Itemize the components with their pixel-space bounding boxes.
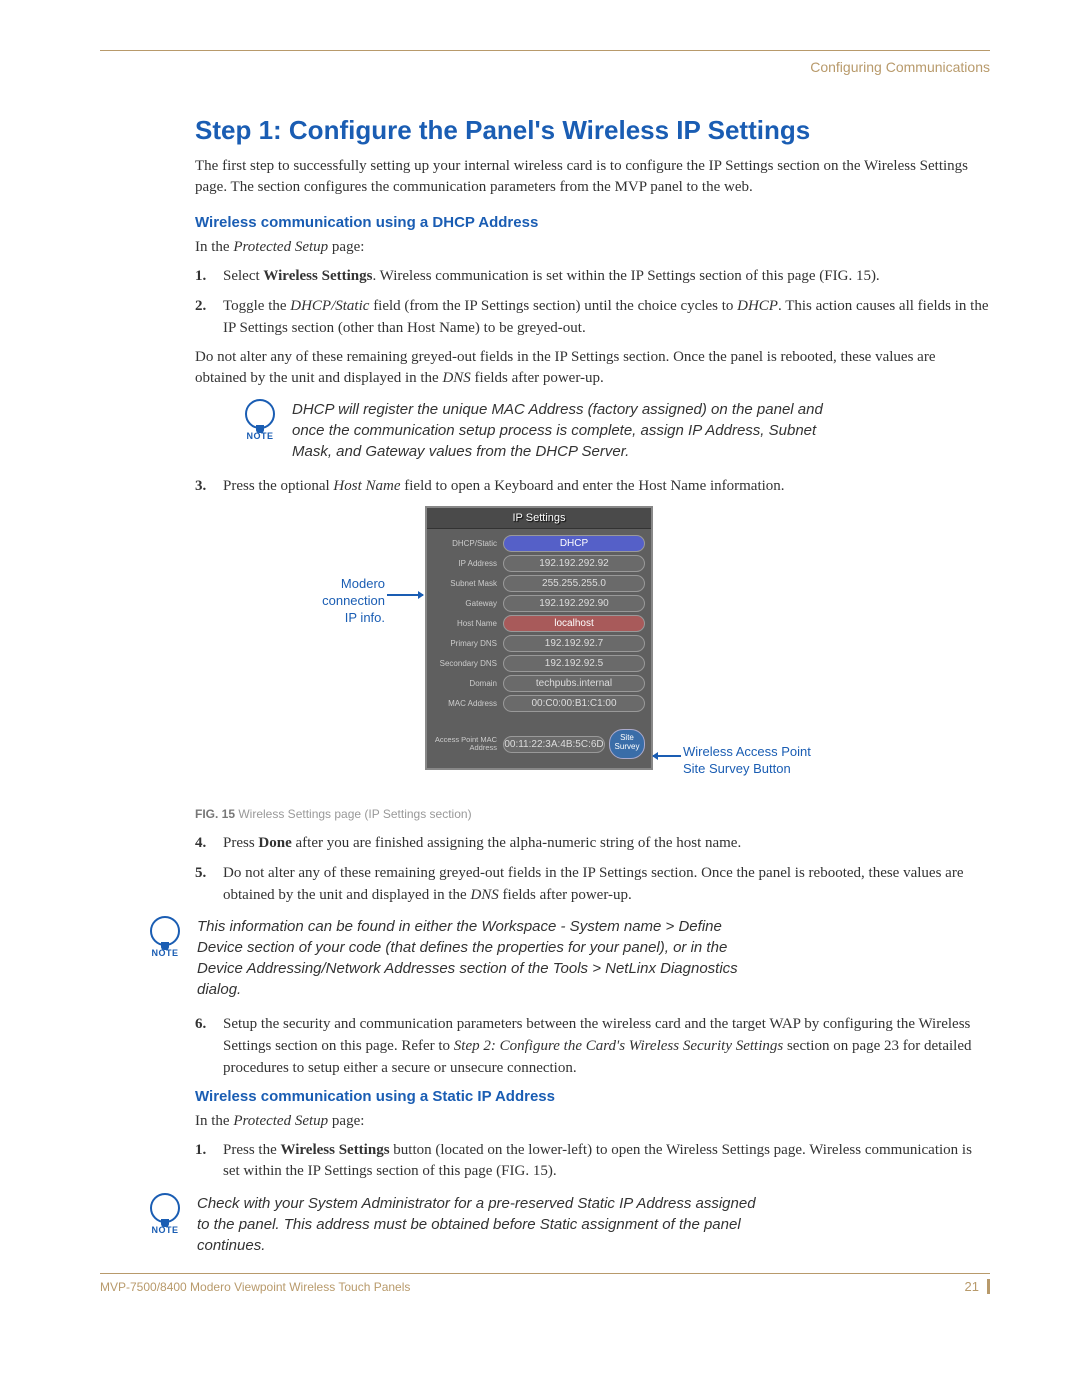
dhcp-field[interactable]: DHCP [503, 535, 645, 552]
mac-field: 00:C0:00:B1:C1:00 [503, 695, 645, 712]
note-block-3: NOTE Check with your System Administrato… [145, 1193, 990, 1256]
subnet-field: 255.255.255.0 [503, 575, 645, 592]
note-icon: NOTE [145, 916, 185, 958]
figure-15: Modero connection IP info. IP Settings D… [195, 506, 990, 801]
row-dhcp-static: DHCP/Static DHCP [433, 535, 645, 552]
step-3: 3. Press the optional Host Name field to… [195, 476, 990, 498]
row-gateway: Gateway 192.192.292.90 [433, 595, 645, 612]
row-domain: Domain techpubs.internal [433, 675, 645, 692]
page-title: Step 1: Configure the Panel's Wireless I… [195, 115, 990, 146]
static-step-1: 1. Press the Wireless Settings button (l… [195, 1140, 990, 1184]
subheading-static: Wireless communication using a Static IP… [195, 1088, 990, 1105]
row-ap-mac: Access Point MAC Address 00:11:22:3A:4B:… [433, 729, 645, 759]
step-2: 2. Toggle the DHCP/Static field (from th… [195, 296, 990, 340]
step-1: 1. Select Wireless Settings. Wireless co… [195, 266, 990, 288]
ap-mac-field: 00:11:22:3A:4B:5C:6D [503, 736, 605, 753]
callout-left: Modero connection IP info. [285, 576, 385, 627]
row-subnet: Subnet Mask 255.255.255.0 [433, 575, 645, 592]
lead-text-static: In the Protected Setup page: [195, 1111, 990, 1132]
row-sec-dns: Secondary DNS 192.192.92.5 [433, 655, 645, 672]
note-text-1: DHCP will register the unique MAC Addres… [292, 399, 852, 462]
footer-rule [100, 1273, 990, 1274]
lead-text: In the Protected Setup page: [195, 237, 990, 258]
note-icon: NOTE [240, 399, 280, 441]
arrow-left [387, 594, 423, 596]
post-step-2: Do not alter any of these remaining grey… [195, 347, 990, 389]
step-5: 5. Do not alter any of these remaining g… [195, 863, 990, 907]
footer-text: MVP-7500/8400 Modero Viewpoint Wireless … [100, 1280, 410, 1294]
ip-settings-panel: IP Settings DHCP/Static DHCP IP Address … [425, 506, 653, 770]
bulb-icon [150, 1193, 180, 1223]
note-block-1: NOTE DHCP will register the unique MAC A… [240, 399, 990, 462]
ip-address-field: 192.192.292.92 [503, 555, 645, 572]
figure-caption: FIG. 15 Wireless Settings page (IP Setti… [195, 807, 990, 821]
bulb-icon [245, 399, 275, 429]
site-survey-button[interactable]: Site Survey [609, 729, 645, 759]
section-header: Configuring Communications [100, 59, 990, 75]
note-text-3: Check with your System Administrator for… [197, 1193, 757, 1256]
sec-dns-field: 192.192.92.5 [503, 655, 645, 672]
row-ip-address: IP Address 192.192.292.92 [433, 555, 645, 572]
step-6: 6. Setup the security and communication … [195, 1014, 990, 1079]
page-number: 21 [965, 1279, 990, 1294]
row-pri-dns: Primary DNS 192.192.92.7 [433, 635, 645, 652]
top-rule [100, 50, 990, 51]
callout-right: Wireless Access Point Site Survey Button [683, 744, 811, 778]
gateway-field: 192.192.292.90 [503, 595, 645, 612]
panel-title: IP Settings [427, 508, 651, 529]
row-hostname: Host Name localhost [433, 615, 645, 632]
row-mac: MAC Address 00:C0:00:B1:C1:00 [433, 695, 645, 712]
note-block-2: NOTE This information can be found in ei… [145, 916, 990, 1000]
note-text-2: This information can be found in either … [197, 916, 757, 1000]
step-4: 4. Press Done after you are finished ass… [195, 833, 990, 855]
arrow-right [653, 755, 681, 757]
note-icon: NOTE [145, 1193, 185, 1235]
bulb-icon [150, 916, 180, 946]
subheading-dhcp: Wireless communication using a DHCP Addr… [195, 214, 990, 231]
pri-dns-field: 192.192.92.7 [503, 635, 645, 652]
hostname-field[interactable]: localhost [503, 615, 645, 632]
domain-field: techpubs.internal [503, 675, 645, 692]
intro-text: The first step to successfully setting u… [195, 156, 990, 198]
